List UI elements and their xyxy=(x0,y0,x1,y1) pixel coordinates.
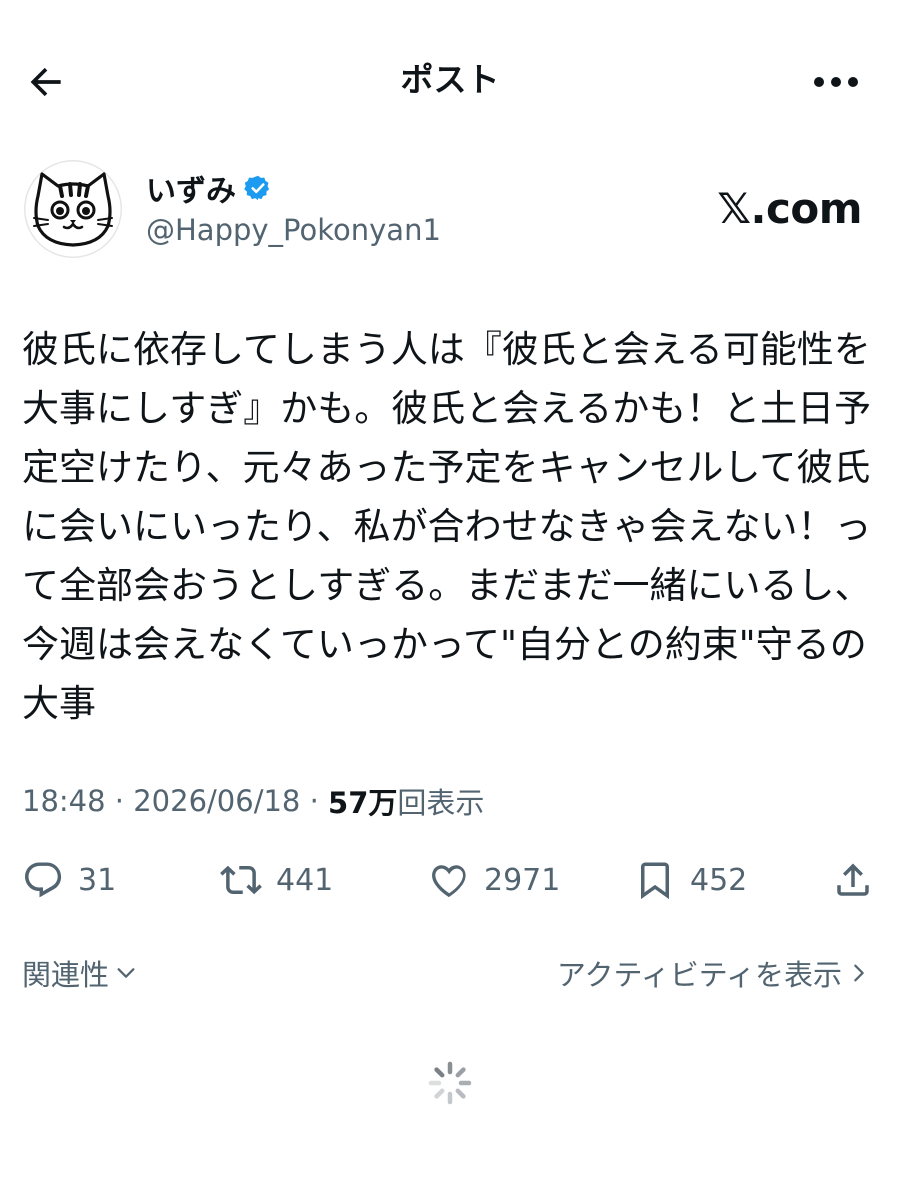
activity-label: アクティビティを表示 xyxy=(556,958,842,992)
meta-separator: · xyxy=(105,784,134,818)
reply-count: 31 xyxy=(78,862,117,898)
tweet-line: 大事にしすぎ』かも。彼氏と会えるかも！と土日予 xyxy=(22,387,872,430)
author-handle[interactable]: @Happy_Pokonyan1 xyxy=(146,213,441,247)
author-name[interactable]: いずみ xyxy=(146,166,236,210)
verified-badge-icon xyxy=(244,174,272,202)
meta-separator: · xyxy=(300,784,329,818)
share-button[interactable] xyxy=(832,852,874,908)
share-icon xyxy=(837,863,869,896)
tweet-text: 彼氏に依存してしまう人は『彼氏と会える可能性を 大事にしすぎ』かも。彼氏と会える… xyxy=(22,320,878,733)
x-com-watermark: 𝕏.com xyxy=(717,184,862,233)
relevance-sort-dropdown[interactable]: 関連性 xyxy=(22,952,137,994)
repost-button[interactable]: 441 xyxy=(220,852,333,908)
tweet-line: て全部会おうとしすぎる。まだまだ一緒にいるし、 xyxy=(22,564,872,607)
tweet-line: 今週は会えなくていっかって"自分との約束"守るの xyxy=(22,623,867,666)
loading-spinner-icon xyxy=(427,1060,473,1106)
tweet-line: に会いにいったり、私が合わせなきゃ会えない！っ xyxy=(22,505,872,548)
author-name-row[interactable]: いずみ xyxy=(146,166,272,210)
tweet-line: 定空けたり、元々あった予定をキャンセルして彼氏 xyxy=(22,446,871,489)
heart-icon xyxy=(432,865,466,898)
reply-button[interactable]: 31 xyxy=(22,852,116,908)
reply-icon xyxy=(24,862,62,898)
views-label[interactable]: 回表示 xyxy=(397,780,484,822)
repost-icon xyxy=(220,865,262,895)
view-activity-link[interactable]: アクティビティを表示 xyxy=(557,952,870,994)
bookmark-icon xyxy=(641,862,669,900)
cat-avatar-icon[interactable] xyxy=(24,160,122,258)
tweet-meta: 18:48 · 2026/06/18 · 57万 回表示 xyxy=(22,780,484,822)
tweet-date[interactable]: 2026/06/18 xyxy=(133,784,300,818)
bookmark-count: 452 xyxy=(690,862,748,898)
like-count: 2971 xyxy=(484,862,561,898)
relevance-label: 関連性 xyxy=(22,958,110,992)
chevron-right-icon xyxy=(854,964,864,982)
tweet-line: 彼氏に依存してしまう人は『彼氏と会える可能性を xyxy=(22,328,871,371)
chevron-down-icon xyxy=(117,968,135,978)
bookmark-button[interactable]: 452 xyxy=(634,852,747,908)
tweet-time[interactable]: 18:48 xyxy=(22,784,106,818)
repost-count: 441 xyxy=(276,862,334,898)
tweet-line: 大事 xyxy=(22,682,96,725)
more-options-icon[interactable] xyxy=(808,58,864,106)
page-title: ポスト xyxy=(400,60,500,99)
views-count[interactable]: 57万 xyxy=(328,780,397,822)
like-button[interactable]: 2971 xyxy=(428,852,560,908)
